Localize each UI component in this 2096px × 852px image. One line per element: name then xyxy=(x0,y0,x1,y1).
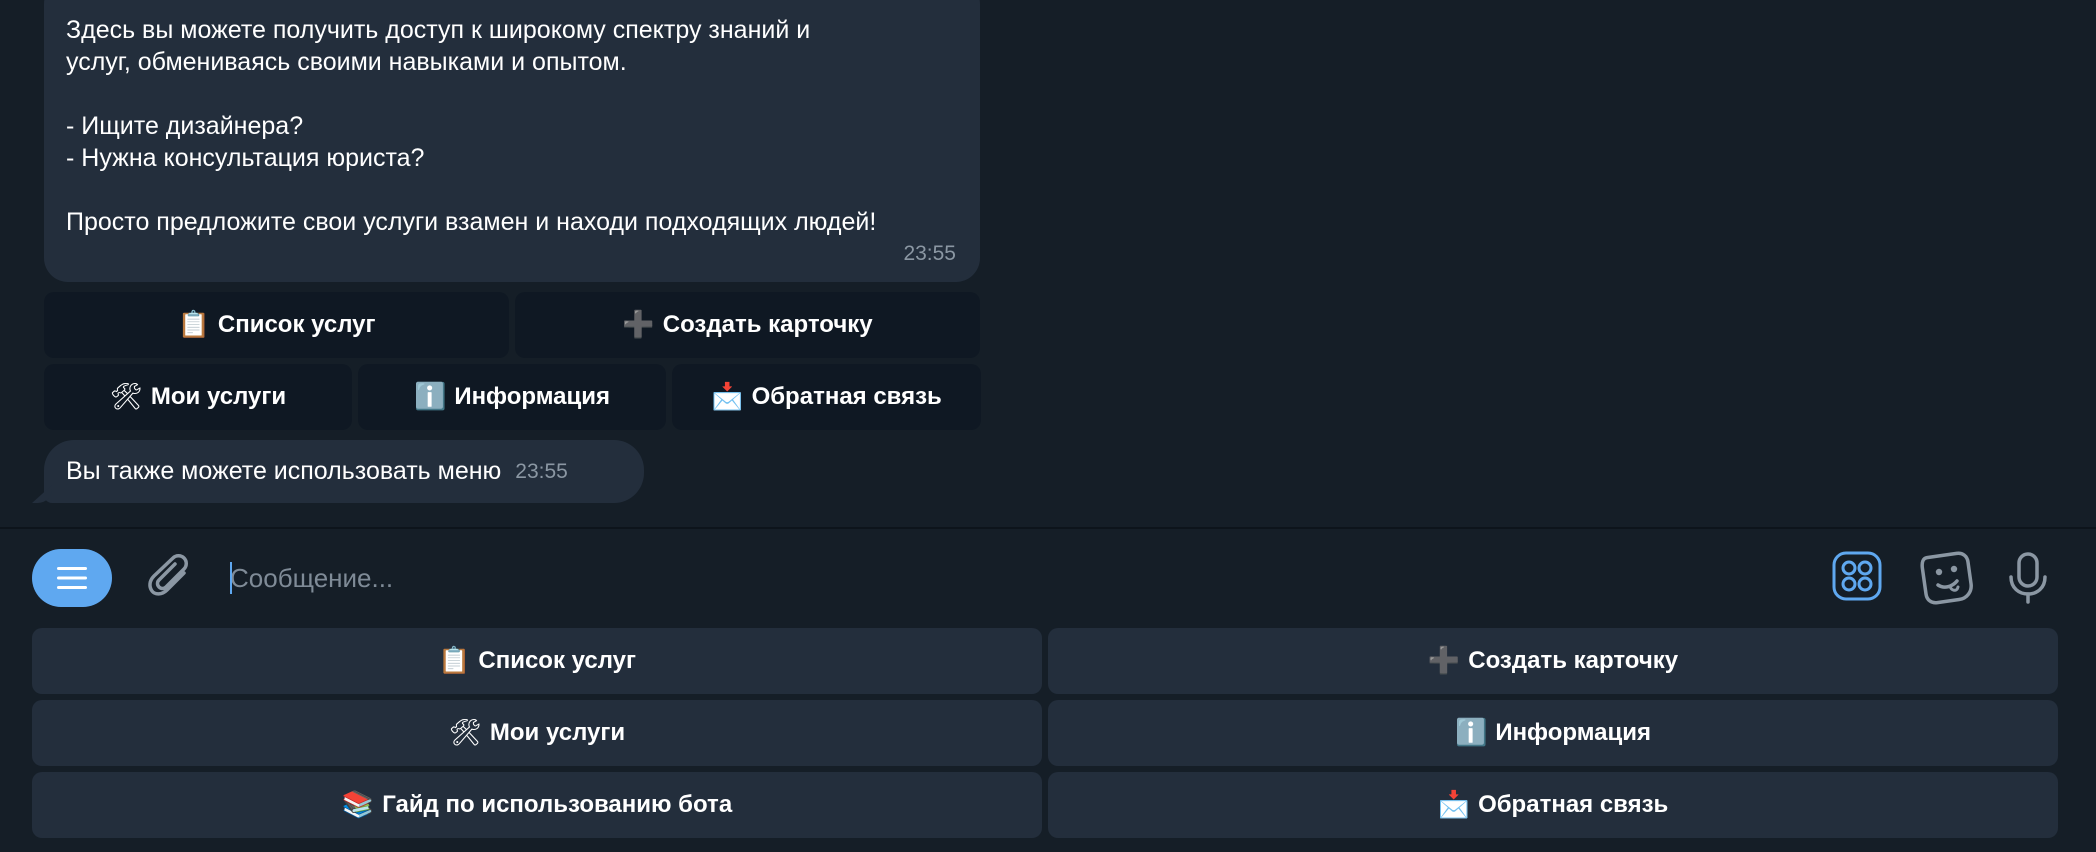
plus-icon: ➕ xyxy=(1427,646,1461,676)
keyboard-guide-button[interactable]: 📚 Гайд по использованию бота xyxy=(32,772,1042,838)
button-label: Информация xyxy=(1495,719,1652,746)
sticker-button[interactable] xyxy=(1920,551,1974,605)
clipboard-icon: 📋 xyxy=(437,646,471,676)
button-label: Мои услуги xyxy=(150,383,287,410)
text-cursor xyxy=(230,562,232,594)
button-label: Обратная связь xyxy=(751,383,942,410)
envelope-icon: 📩 xyxy=(711,382,744,412)
message-bubble-small: Вы также можете использовать меню 23:55 xyxy=(32,440,644,503)
button-label: Гайд по использованию бота xyxy=(382,791,733,818)
info-icon: ℹ️ xyxy=(413,382,447,412)
keyboard-feedback-button[interactable]: 📩 Обратная связь xyxy=(1048,772,2058,838)
envelope-icon: 📩 xyxy=(1437,790,1471,820)
message-time: 23:55 xyxy=(515,459,568,483)
inline-info-button[interactable]: ℹ️ Информация xyxy=(358,364,666,430)
info-icon: ℹ️ xyxy=(1454,718,1488,748)
clipboard-icon: 📋 xyxy=(177,310,210,340)
books-icon: 📚 xyxy=(341,790,375,820)
keyboard-info-button[interactable]: ℹ️ Информация xyxy=(1048,700,2058,766)
button-label: Создать карточку xyxy=(1468,647,1679,674)
button-label: Список услуг xyxy=(217,311,376,338)
message-text: Здесь вы можете получить доступ к широко… xyxy=(66,16,877,236)
apps-icon xyxy=(1832,551,1882,601)
apps-button[interactable] xyxy=(1832,551,1882,601)
inline-services-list-button[interactable]: 📋 Список услуг xyxy=(44,292,509,358)
attach-button[interactable] xyxy=(146,551,198,605)
bubble-tail xyxy=(32,485,52,503)
button-label: Обратная связь xyxy=(1478,791,1669,818)
menu-icon xyxy=(57,567,87,589)
plus-icon: ➕ xyxy=(622,310,655,340)
input-bar xyxy=(0,529,2096,627)
button-label: Создать карточку xyxy=(662,311,873,338)
keyboard-services-list-button[interactable]: 📋 Список услуг xyxy=(32,628,1042,694)
inline-keyboard-row-2: 🛠 Мои услуги ℹ️ Информация 📩 Обратная св… xyxy=(44,364,981,430)
chat-area: Здесь вы можете получить доступ к широко… xyxy=(0,0,2096,528)
message-time: 23:55 xyxy=(903,242,956,265)
paperclip-icon xyxy=(148,554,188,596)
message-bubble: Здесь вы можете получить доступ к широко… xyxy=(44,0,980,282)
tools-icon: 🛠 xyxy=(448,718,482,748)
inline-feedback-button[interactable]: 📩 Обратная связь xyxy=(672,364,981,430)
inline-my-services-button[interactable]: 🛠 Мои услуги xyxy=(44,364,352,430)
microphone-button[interactable] xyxy=(2006,551,2050,605)
reply-keyboard: 📋 Список услуг ➕ Создать карточку 🛠 Мои … xyxy=(32,628,2058,838)
sticker-icon xyxy=(1920,551,1973,605)
button-label: Информация xyxy=(454,383,611,410)
keyboard-create-card-button[interactable]: ➕ Создать карточку xyxy=(1048,628,2058,694)
tools-icon: 🛠 xyxy=(109,382,143,412)
keyboard-my-services-button[interactable]: 🛠 Мои услуги xyxy=(32,700,1042,766)
inline-keyboard-row-1: 📋 Список услуг ➕ Создать карточку xyxy=(44,292,980,358)
button-label: Список услуг xyxy=(478,647,636,674)
microphone-icon xyxy=(2009,552,2047,604)
inline-create-card-button[interactable]: ➕ Создать карточку xyxy=(515,292,980,358)
button-label: Мои услуги xyxy=(489,719,626,746)
message-text: Вы также можете использовать меню xyxy=(66,457,502,485)
menu-button[interactable] xyxy=(32,549,112,607)
message-input[interactable] xyxy=(230,551,1780,605)
